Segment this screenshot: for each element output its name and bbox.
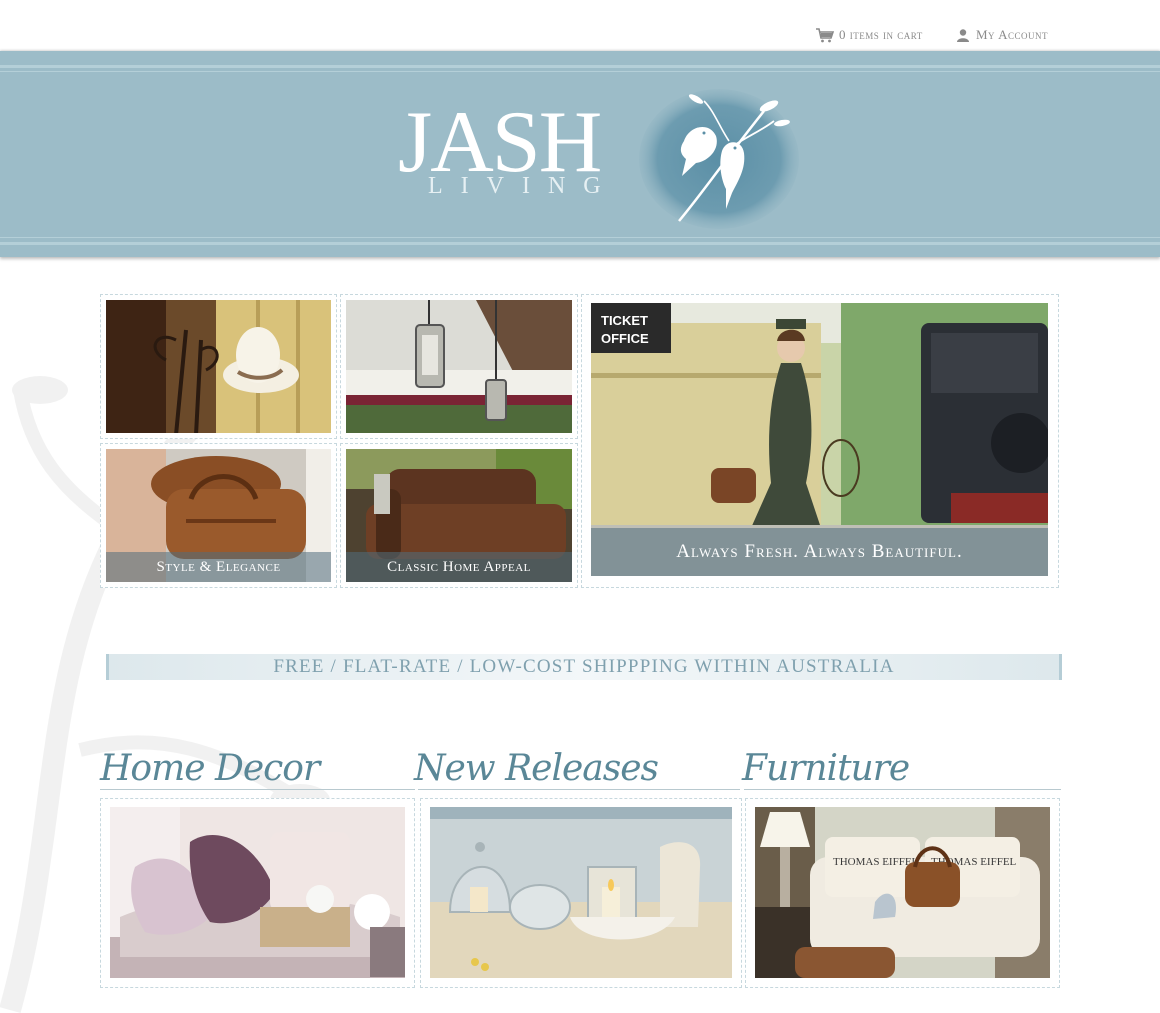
hero-train-station-image: TICKET OFFICE Always Fresh. Always Beaut…: [591, 303, 1048, 576]
home-decor-heading[interactable]: Home Decor: [100, 748, 320, 789]
furniture-tile[interactable]: THOMAS EIFFEL THOMAS EIFFEL: [745, 798, 1060, 988]
home-decor-divider: [100, 789, 415, 790]
feature-tile-style-elegance[interactable]: Style & Elegance: [100, 443, 337, 588]
style-elegance-caption: Style & Elegance: [106, 552, 331, 582]
account-label: My Account: [976, 27, 1048, 42]
new-releases-heading[interactable]: New Releases: [414, 748, 659, 789]
top-bar: 0 items in cart My Account: [0, 0, 1160, 50]
shipping-banner: FREE / FLAT-RATE / LOW-COST SHIPPPING WI…: [106, 654, 1062, 680]
new-releases-divider: [418, 789, 740, 790]
classic-home-caption: Classic Home Appeal: [346, 552, 572, 582]
cart-label: 0 items in cart: [839, 27, 923, 42]
cart-link[interactable]: 0 items in cart: [815, 27, 923, 43]
lanterns-image: [346, 300, 572, 433]
feature-hero-tile[interactable]: TICKET OFFICE Always Fresh. Always Beaut…: [581, 294, 1059, 588]
logo-subtitle: LIVING: [428, 173, 619, 199]
home-decor-tile[interactable]: [100, 798, 415, 988]
leather-sofa-image: Classic Home Appeal: [346, 449, 572, 582]
my-account-link[interactable]: My Account: [956, 27, 1048, 43]
feature-tile-classic-home[interactable]: Classic Home Appeal: [340, 443, 578, 588]
sofa-cushion-text-left: THOMAS EIFFEL: [833, 856, 919, 868]
hat-rack-image: [106, 300, 331, 433]
feature-tile-hat[interactable]: [100, 294, 337, 439]
cart-icon: [815, 27, 835, 43]
ticket-office-sign-line1: TICKET: [601, 313, 648, 328]
leather-bags-image: Style & Elegance: [106, 449, 331, 582]
ticket-office-sign-line2: OFFICE: [601, 331, 649, 346]
new-releases-tile[interactable]: [420, 798, 742, 988]
birds-on-branch-icon: [639, 89, 799, 229]
site-header: JASH LIVING: [0, 51, 1160, 257]
hero-caption: Always Fresh. Always Beautiful.: [591, 528, 1048, 576]
user-icon: [956, 28, 970, 42]
new-releases-image: [430, 807, 732, 978]
site-logo[interactable]: JASH LIVING: [398, 89, 818, 255]
home-decor-image: [110, 807, 405, 978]
furniture-heading[interactable]: Furniture: [742, 748, 910, 789]
furniture-divider: [744, 789, 1061, 790]
furniture-image: THOMAS EIFFEL THOMAS EIFFEL: [755, 807, 1050, 978]
feature-tile-lanterns[interactable]: [340, 294, 578, 439]
